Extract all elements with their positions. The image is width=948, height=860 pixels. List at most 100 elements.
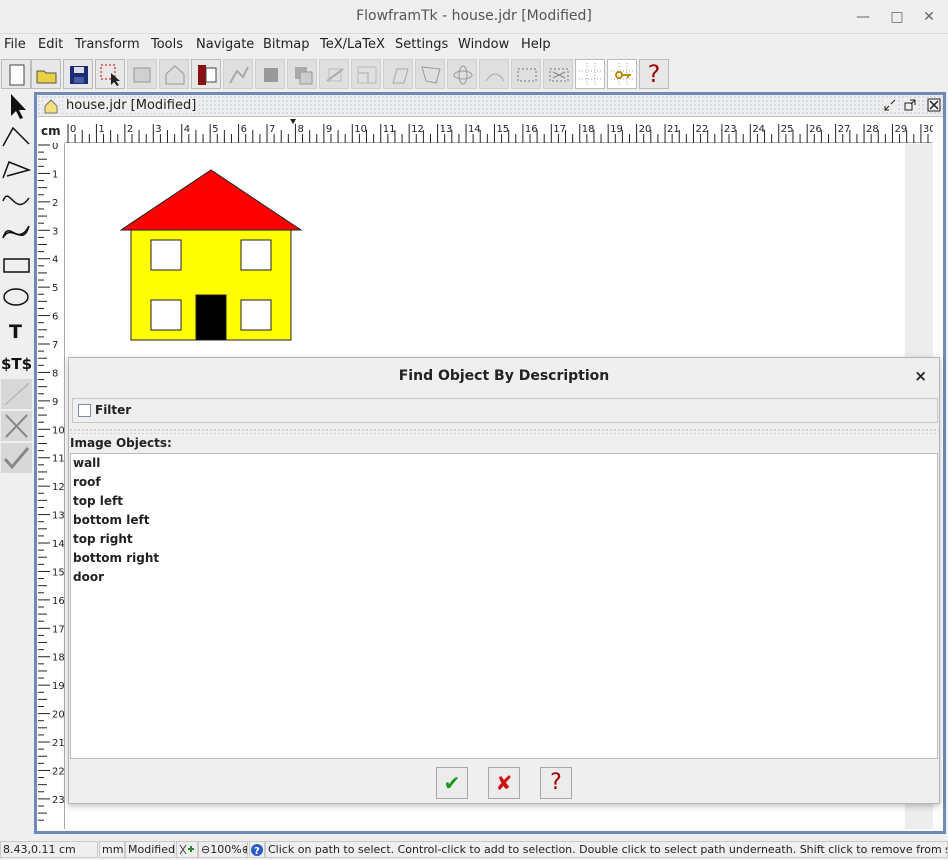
text-path-button[interactable] <box>479 59 509 89</box>
menu-settings[interactable]: Settings <box>395 37 448 52</box>
list-item[interactable]: top right <box>73 530 133 549</box>
open-line-tool-icon[interactable] <box>1 154 32 184</box>
ruler-tick-label: 12 <box>411 124 424 135</box>
info-icon[interactable]: ? <box>249 841 265 858</box>
menu-edit[interactable]: Edit <box>38 37 63 52</box>
minimize-icon[interactable]: — <box>853 7 873 27</box>
help-button[interactable]: ? <box>639 59 669 89</box>
menu-help[interactable]: Help <box>521 37 551 52</box>
ruler-tick-label: 18 <box>52 653 65 664</box>
find-object-dialog: Find Object By Description × Filter Imag… <box>68 357 940 804</box>
flowframtk-window: FlowframTk - house.jdr [Modified] — □ ✕ … <box>0 0 948 860</box>
menu-tex-latex[interactable]: TeX/LaTeX <box>320 37 385 52</box>
list-item[interactable]: bottom left <box>73 511 149 530</box>
ruler-tick-label: 8 <box>52 368 58 379</box>
image-objects-list[interactable]: wall roof top left bottom left top right… <box>70 453 938 759</box>
move-back-button[interactable] <box>287 59 317 89</box>
insert-image-button[interactable] <box>191 59 221 89</box>
select-arrow-icon[interactable] <box>1 91 32 121</box>
list-item[interactable]: top left <box>73 492 123 511</box>
menu-tools[interactable]: Tools <box>151 37 183 52</box>
shear-button[interactable] <box>383 59 413 89</box>
vertical-ruler: 0 1 2 3 4 5 6 7 8 9 10 11 12 13 14 15 16 17 18 19 20 21 22 23 <box>38 143 65 829</box>
rotate-button[interactable] <box>319 59 349 89</box>
menu-window[interactable]: Window <box>458 37 509 52</box>
ruler-tick-label: 22 <box>695 124 708 135</box>
top-left-window[interactable] <box>150 239 182 271</box>
iconify-icon[interactable] <box>883 98 897 112</box>
list-item[interactable]: bottom right <box>73 549 159 568</box>
svg-text:T: T <box>9 321 22 343</box>
ruler-tick-label: 28 <box>866 124 879 135</box>
edit-path-button[interactable] <box>223 59 253 89</box>
zoom-out-icon[interactable]: ⊖ <box>201 843 210 856</box>
frame-close-icon[interactable] <box>927 98 941 112</box>
close-icon[interactable]: ✕ <box>919 7 939 27</box>
zoom-value: 100% <box>210 843 242 856</box>
ok-button[interactable]: ✔ <box>436 767 468 799</box>
house-image-button[interactable] <box>159 59 189 89</box>
closed-curve-tool-icon[interactable] <box>1 218 32 248</box>
lock-grid-button[interactable] <box>607 59 637 89</box>
filter-label[interactable]: Filter <box>95 403 131 417</box>
window-title: FlowframTk - house.jdr [Modified] <box>356 8 592 24</box>
rectangle-tool-icon[interactable] <box>1 250 32 280</box>
ruler-tick-label: 13 <box>440 124 453 135</box>
menu-transform[interactable]: Transform <box>75 37 140 52</box>
snap-icon[interactable] <box>176 841 198 858</box>
math-text-tool-icon[interactable]: $T$ <box>1 347 32 377</box>
dialog-divider[interactable] <box>69 428 939 434</box>
top-right-window[interactable] <box>240 239 272 271</box>
ruler-tick-label: 9 <box>52 397 58 408</box>
ruler-tick-label: 20 <box>52 710 65 721</box>
dialog-help-button[interactable]: ? <box>540 767 572 799</box>
image-objects-label: Image Objects: <box>70 436 172 450</box>
menu-bitmap[interactable]: Bitmap <box>263 37 310 52</box>
bitmap-tool-button[interactable] <box>127 59 157 89</box>
document-titlebar[interactable]: house.jdr [Modified] <box>37 95 943 117</box>
zoom-control[interactable]: ⊖100%⊕ <box>198 841 248 858</box>
filter-checkbox[interactable] <box>78 404 91 417</box>
ruler-tick-label: 15 <box>52 567 65 578</box>
open-file-button[interactable] <box>31 59 61 89</box>
guideline-tool-icon[interactable] <box>1 379 32 409</box>
frame-maximize-icon[interactable] <box>903 98 917 112</box>
select-tool-button[interactable] <box>95 59 125 89</box>
bottom-right-window[interactable] <box>240 299 272 331</box>
scale-button[interactable] <box>351 59 381 89</box>
roof-shape[interactable] <box>119 169 303 231</box>
ruler-tick-label: 19 <box>610 124 623 135</box>
zoom-in-icon[interactable]: ⊕ <box>242 843 247 856</box>
symmetry-button[interactable] <box>447 59 477 89</box>
dialog-titlebar[interactable]: Find Object By Description × <box>69 358 939 394</box>
distort-button[interactable] <box>415 59 445 89</box>
text-tool-icon[interactable]: T <box>1 315 32 345</box>
ruler-tick-label: 26 <box>809 124 822 135</box>
ruler-tick-label: 23 <box>724 124 737 135</box>
menu-file[interactable]: File <box>4 37 26 52</box>
ellipse-tool-icon[interactable] <box>1 282 32 312</box>
cancel-button[interactable]: ✘ <box>488 767 520 799</box>
line-tool-icon[interactable] <box>1 122 32 152</box>
menu-navigate[interactable]: Navigate <box>196 37 254 52</box>
ruler-tick-label: 12 <box>52 482 65 493</box>
grid-settings-button[interactable] <box>543 59 573 89</box>
list-item[interactable]: door <box>73 568 104 587</box>
cancel-path-icon[interactable] <box>1 411 32 441</box>
dialog-close-icon[interactable]: × <box>914 367 927 385</box>
list-item[interactable]: wall <box>73 454 100 473</box>
save-file-button[interactable] <box>63 59 93 89</box>
bottom-left-window[interactable] <box>150 299 182 331</box>
show-grid-button[interactable] <box>575 59 605 89</box>
menu-bar: File Edit Transform Tools Navigate Bitma… <box>0 35 948 57</box>
list-item[interactable]: roof <box>73 473 101 492</box>
ruler-unit-label: cm <box>38 118 65 143</box>
finish-path-icon[interactable] <box>1 443 32 473</box>
maximize-icon[interactable]: □ <box>887 7 907 27</box>
unit-indicator[interactable]: mm <box>99 841 125 858</box>
new-file-button[interactable] <box>1 59 31 89</box>
move-front-button[interactable] <box>255 59 285 89</box>
curve-tool-icon[interactable] <box>1 186 32 216</box>
door-shape[interactable] <box>195 294 227 341</box>
grid-lock-button[interactable] <box>511 59 541 89</box>
